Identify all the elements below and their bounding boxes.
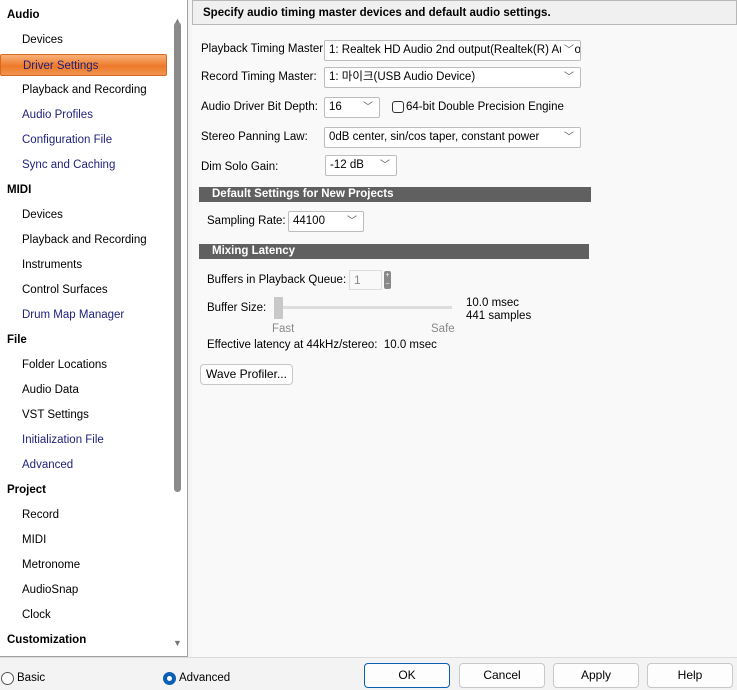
tree-category-audio[interactable]: Audio [0, 4, 167, 26]
effective-latency-value: 10.0 msec [383, 339, 437, 351]
plus-icon[interactable]: + [385, 272, 389, 279]
tree-item-audio-data[interactable]: Audio Data [0, 379, 167, 401]
chevron-down-icon: ﹀ [347, 216, 357, 227]
playback-timing-master-label: Playback Timing Master: [201, 43, 327, 55]
tree-item-initialization-file[interactable]: Initialization File [0, 429, 167, 451]
help-button[interactable]: Help [647, 663, 733, 688]
tree-item-audio-profiles[interactable]: Audio Profiles [0, 104, 167, 126]
tree-item-devices[interactable]: Devices [0, 29, 167, 51]
advanced-radio[interactable] [163, 672, 176, 685]
buffer-size-slider-track[interactable] [274, 306, 452, 309]
tree-item-playback-and-recording[interactable]: Playback and Recording [0, 79, 167, 101]
section-default-settings: Default Settings for New Projects [199, 187, 591, 202]
record-timing-master-select[interactable]: 1: 마이크(USB Audio Device) ﹀ [324, 67, 581, 88]
tree-item-audiosnap[interactable]: AudioSnap [0, 579, 167, 601]
dialog-footer: Basic Advanced OK Cancel Apply Help [0, 657, 737, 690]
scrollbar-thumb[interactable] [174, 22, 181, 492]
tree-item-folder-locations[interactable]: Folder Locations [0, 354, 167, 376]
apply-button[interactable]: Apply [553, 663, 639, 688]
tree-item-vst-settings[interactable]: VST Settings [0, 404, 167, 426]
tree-item-drum-map-manager[interactable]: Drum Map Manager [0, 304, 167, 326]
panning-law-select[interactable]: 0dB center, sin/cos taper, constant powe… [324, 127, 581, 148]
chevron-down-icon: ﹀ [380, 160, 390, 171]
dim-solo-gain-label: Dim Solo Gain: [201, 161, 279, 173]
buffer-samples: 441 samples [466, 310, 532, 322]
bit-depth-select[interactable]: 16 ﹀ [324, 97, 380, 118]
double-precision-label: 64-bit Double Precision Engine [406, 101, 564, 113]
sampling-rate-select[interactable]: 44100 ﹀ [288, 211, 364, 232]
tree-item-devices[interactable]: Devices [0, 204, 167, 226]
sampling-rate-label: Sampling Rate: [207, 215, 286, 227]
tree-item-configuration-file[interactable]: Configuration File [0, 129, 167, 151]
buffer-size-slider-thumb[interactable] [274, 297, 283, 319]
tree-item-record[interactable]: Record [0, 504, 167, 526]
selected-value: 1: 마이크(USB Audio Device) [329, 71, 476, 83]
tree-item-metronome[interactable]: Metronome [0, 554, 167, 576]
panning-law-label: Stereo Panning Law: [201, 131, 308, 143]
effective-latency-text: Effective latency at 44kHz/stereo: [207, 339, 378, 351]
buffers-input[interactable]: 1 [349, 270, 382, 290]
selected-value: 1: Realtek HD Audio 2nd output(Realtek(R… [329, 44, 581, 56]
effective-latency-label: Effective latency at 44kHz/stereo: 10.0 … [207, 339, 437, 351]
chevron-down-icon: ﹀ [564, 132, 574, 143]
cancel-button[interactable]: Cancel [459, 663, 545, 688]
bit-depth-label: Audio Driver Bit Depth: [201, 101, 318, 113]
buffers-label: Buffers in Playback Queue: [207, 274, 347, 286]
page-title: Specify audio timing master devices and … [192, 0, 737, 25]
advanced-label: Advanced [179, 672, 231, 684]
fast-label: Fast [272, 323, 295, 335]
tree-item-instruments[interactable]: Instruments [0, 254, 167, 276]
buffer-size-label: Buffer Size: [207, 302, 267, 314]
tree-item-sync-and-caching[interactable]: Sync and Caching [0, 154, 167, 176]
chevron-down-icon: ﹀ [561, 41, 574, 60]
basic-label: Basic [17, 672, 46, 684]
minus-icon[interactable]: − [385, 281, 389, 288]
tree-item-advanced[interactable]: Advanced [0, 454, 167, 476]
sidebar-scrollbar[interactable]: ▲ ▼ [171, 16, 185, 654]
tree-category-customization[interactable]: Customization [0, 629, 167, 651]
settings-tree: Audio Devices Driver Settings Playback and … [0, 0, 188, 657]
chevron-down-icon: ﹀ [363, 102, 373, 113]
playback-timing-master-select[interactable]: 1: Realtek HD Audio 2nd output(Realtek(R… [324, 40, 581, 61]
record-timing-master-label: Record Timing Master: [201, 71, 317, 83]
selected-value: -12 dB [330, 159, 364, 171]
double-precision-checkbox[interactable] [392, 101, 404, 113]
tree-category-midi[interactable]: MIDI [0, 179, 167, 201]
tree-item-control-surfaces[interactable]: Control Surfaces [0, 279, 167, 301]
tree-category-project[interactable]: Project [0, 479, 167, 501]
ok-button[interactable]: OK [364, 663, 450, 688]
safe-label: Safe [431, 323, 455, 335]
section-mixing-latency: Mixing Latency [199, 244, 589, 259]
selected-value: 0dB center, sin/cos taper, constant powe… [329, 131, 540, 143]
settings-panel: Specify audio timing master devices and … [192, 0, 737, 657]
dim-solo-gain-select[interactable]: -12 dB ﹀ [325, 155, 397, 176]
tree-item-clock[interactable]: Clock [0, 604, 167, 626]
tree-category-file[interactable]: File [0, 329, 167, 351]
selected-value: 16 [329, 101, 342, 113]
basic-radio[interactable] [1, 672, 14, 685]
buffer-msec: 10.0 msec [466, 297, 520, 309]
wave-profiler-button[interactable]: Wave Profiler... [200, 364, 293, 385]
buffers-spinner[interactable]: + − [384, 271, 391, 289]
tree-item-driver-settings[interactable]: Driver Settings [0, 54, 167, 76]
tree-item-midi[interactable]: MIDI [0, 529, 167, 551]
tree-item-playback-and-recording[interactable]: Playback and Recording [0, 229, 167, 251]
selected-value: 44100 [293, 215, 325, 227]
chevron-down-icon: ﹀ [564, 72, 574, 83]
scroll-down-arrow-icon[interactable]: ▼ [173, 638, 182, 648]
